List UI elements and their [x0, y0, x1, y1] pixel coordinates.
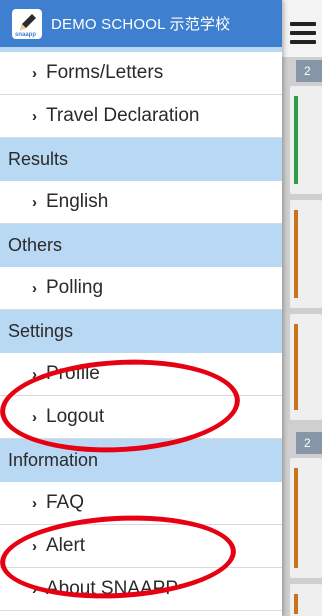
- chevron-right-icon: ›: [32, 580, 37, 598]
- logo-text: snaapp: [15, 31, 37, 38]
- date-chip: 2: [296, 60, 322, 82]
- chevron-right-icon: ›: [32, 365, 37, 383]
- section-label: Settings: [8, 321, 74, 341]
- menu-item-label: Profile: [46, 363, 100, 384]
- feed-card[interactable]: [290, 458, 322, 578]
- feed-card[interactable]: [290, 86, 322, 194]
- menu-item-logout[interactable]: › Logout: [0, 396, 282, 439]
- section-label: Others: [8, 235, 63, 255]
- card-accent-bar: [294, 96, 298, 184]
- chevron-right-icon: ›: [32, 537, 37, 555]
- menu-item-label: Polling: [46, 277, 104, 298]
- section-label: Information: [8, 450, 99, 470]
- menu-item-english[interactable]: › English: [0, 181, 282, 224]
- chevron-right-icon: ›: [32, 107, 37, 125]
- card-accent-bar: [294, 210, 298, 298]
- feed-card[interactable]: [290, 200, 322, 308]
- school-name: DEMO SCHOOL 示范学校: [51, 16, 231, 33]
- chevron-right-icon: ›: [32, 64, 37, 82]
- menu-item-polling[interactable]: › Polling: [0, 267, 282, 310]
- section-header-settings: Settings: [0, 310, 282, 353]
- chevron-right-icon: ›: [32, 279, 37, 297]
- section-header-information: Information: [0, 439, 282, 482]
- menu-item-alert[interactable]: › Alert: [0, 525, 282, 568]
- menu-item-profile[interactable]: › Profile: [0, 353, 282, 396]
- feed-card[interactable]: [290, 584, 322, 616]
- menu-item-label: Forms/Letters: [46, 62, 164, 83]
- section-label: Results: [8, 149, 69, 169]
- card-accent-bar: [294, 324, 298, 410]
- feed-card[interactable]: [290, 314, 322, 420]
- menu-item-label: Logout: [46, 406, 105, 427]
- navigation-drawer: snaapp DEMO SCHOOL 示范学校 › Forms/Letters › T…: [0, 0, 282, 616]
- section-header-others: Others: [0, 224, 282, 267]
- menu-item-forms-letters[interactable]: › Forms/Letters: [0, 52, 282, 95]
- menu-item-label: About SNAAPP: [46, 578, 179, 599]
- menu-item-label: English: [46, 191, 109, 212]
- hamburger-icon[interactable]: [290, 22, 316, 44]
- menu-item-label: FAQ: [46, 492, 85, 513]
- menu-item-label: Travel Declaration: [46, 105, 200, 126]
- menu-item-travel-declaration[interactable]: › Travel Declaration: [0, 95, 282, 138]
- chevron-right-icon: ›: [32, 193, 37, 211]
- drawer-header: snaapp DEMO SCHOOL 示范学校: [0, 0, 282, 52]
- section-header-results: Results: [0, 138, 282, 181]
- chevron-right-icon: ›: [32, 408, 37, 426]
- drawer-menu: › Forms/Letters › Travel Declaration Results…: [0, 52, 282, 611]
- screen: 2 2 snaapp DEMO SCHOOL 示范学校 › Forms/Lett…: [0, 0, 322, 616]
- date-chip: 2: [296, 432, 322, 454]
- card-accent-bar: [294, 594, 298, 614]
- card-accent-bar: [294, 468, 298, 568]
- chevron-right-icon: ›: [32, 494, 37, 512]
- menu-item-faq[interactable]: › FAQ: [0, 482, 282, 525]
- menu-item-about-snaapp[interactable]: › About SNAAPP: [0, 568, 282, 611]
- menu-item-label: Alert: [46, 535, 86, 556]
- app-logo: snaapp: [12, 8, 42, 39]
